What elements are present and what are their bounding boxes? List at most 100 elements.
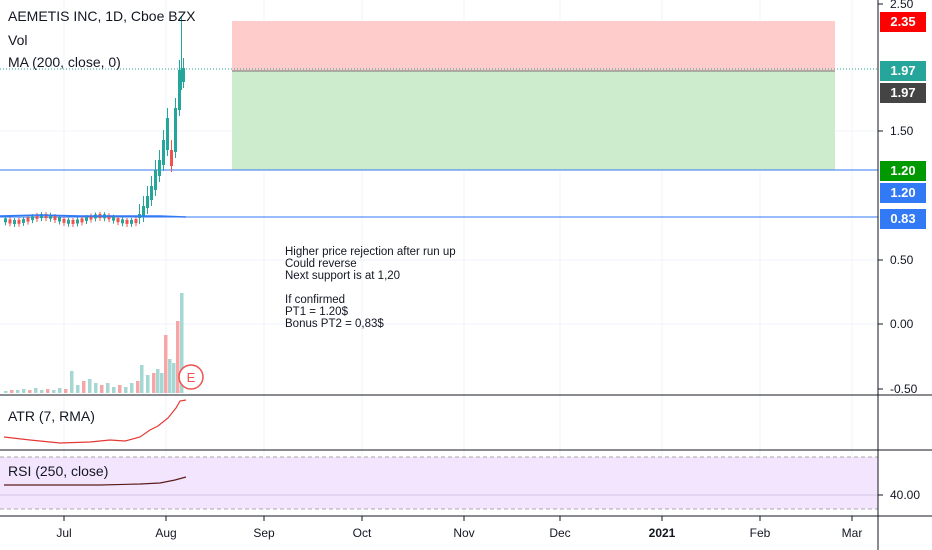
candle <box>178 70 181 110</box>
volume-bar <box>64 389 68 393</box>
candle <box>85 216 88 221</box>
price-tick: 0.00 <box>890 317 914 331</box>
time-tick: Aug <box>155 526 177 540</box>
volume-legend[interactable]: Vol <box>8 32 27 48</box>
candle <box>174 108 177 152</box>
volume-bar <box>156 369 160 393</box>
price-tick: 1.50 <box>890 124 914 138</box>
candle <box>154 170 157 190</box>
candle <box>8 219 12 224</box>
time-tick: 2021 <box>648 526 676 540</box>
volume-bar <box>58 388 62 393</box>
atr-legend[interactable]: ATR (7, RMA) <box>8 408 95 424</box>
volume-bar <box>164 335 168 393</box>
volume-bar <box>140 365 144 393</box>
volume-bar <box>82 381 86 393</box>
volume-bar <box>34 388 38 393</box>
note-line <box>285 282 456 294</box>
price-tick: 2.50 <box>890 0 914 11</box>
volume-bar <box>146 375 150 393</box>
volume-bar <box>130 383 134 393</box>
candle <box>17 219 21 224</box>
time-tick: Sep <box>253 526 275 540</box>
volume-bar <box>124 387 128 393</box>
candle <box>62 218 66 223</box>
candle <box>130 219 133 224</box>
volume-bar <box>10 390 14 393</box>
rsi-tick: 40.00 <box>890 488 921 502</box>
candle <box>13 219 16 224</box>
candle <box>67 219 70 224</box>
note-line: PT1 = 1.20$ <box>285 306 348 318</box>
target-price-badge: 1.20 <box>880 161 926 181</box>
target-zone[interactable] <box>232 71 835 170</box>
rsi-band <box>0 457 878 509</box>
candle <box>142 206 145 216</box>
note-line: Could reverse <box>285 258 357 270</box>
support-badge-1-20: 1.20 <box>880 183 926 203</box>
volume-bar <box>112 387 116 393</box>
earnings-marker[interactable]: E <box>178 364 204 390</box>
candle <box>162 140 165 165</box>
support-badge-0-83: 0.83 <box>880 209 926 229</box>
volume-bar <box>94 383 98 393</box>
candle <box>158 160 161 176</box>
candle <box>146 196 149 208</box>
volume-bar <box>176 321 180 393</box>
volume-bar <box>4 391 8 393</box>
volume-bar <box>40 390 44 393</box>
note-line: If confirmed <box>285 294 346 306</box>
volume-bar <box>118 385 122 393</box>
volume-bar <box>76 385 80 393</box>
candle <box>71 219 75 224</box>
candle <box>58 217 61 222</box>
stop-loss-zone[interactable] <box>232 21 835 71</box>
candle <box>80 218 84 223</box>
price-tick: -0.50 <box>890 382 918 396</box>
time-tick: Nov <box>453 526 475 540</box>
price-tick: 0.50 <box>890 253 914 267</box>
note-line: Next support is at 1,20 <box>285 270 401 282</box>
volume-bar <box>172 363 176 393</box>
volume-bar <box>16 390 20 393</box>
volume-bars <box>4 293 184 393</box>
candle <box>116 218 120 223</box>
time-tick: Dec <box>549 526 571 540</box>
candle <box>22 218 25 223</box>
volume-bar <box>152 373 156 393</box>
time-tick: Oct <box>352 526 372 540</box>
volume-bar <box>168 359 172 393</box>
volume-bar <box>88 379 92 393</box>
volume-bar <box>46 389 50 393</box>
volume-bar <box>136 381 140 393</box>
candle <box>112 216 115 221</box>
note-line: Higher price rejection after run up <box>285 246 456 258</box>
volume-bar <box>22 389 26 393</box>
stop-price-badge: 2.35 <box>880 12 926 32</box>
candle <box>4 218 7 223</box>
time-tick: Jul <box>56 526 72 540</box>
ma-legend[interactable]: MA (200, close, 0) <box>8 54 121 70</box>
candlestick-series <box>4 16 185 227</box>
candle <box>125 219 129 224</box>
volume-bar <box>160 373 164 393</box>
svg-text:E: E <box>187 370 196 385</box>
chart-canvas[interactable]: E <box>0 0 932 550</box>
volume-bar <box>28 390 32 393</box>
candle <box>31 216 34 221</box>
last-price-badge: 1.97 <box>880 61 926 81</box>
candle <box>170 150 173 166</box>
time-tick: Mar <box>841 526 863 540</box>
note-line: Bonus PT2 = 0,83$ <box>285 318 384 330</box>
candle <box>26 217 30 222</box>
entry-price-badge: 1.97 <box>880 83 926 103</box>
candle <box>121 219 124 224</box>
candle <box>182 68 185 82</box>
candle <box>53 216 57 221</box>
volume-bar <box>70 371 74 393</box>
candle <box>150 186 153 200</box>
annotation-note[interactable]: Higher price rejection after run up Coul… <box>285 246 456 330</box>
volume-bar <box>106 383 110 393</box>
rsi-legend[interactable]: RSI (250, close) <box>8 463 108 479</box>
symbol-title[interactable]: AEMETIS INC, 1D, Cboe BZX <box>8 8 196 24</box>
